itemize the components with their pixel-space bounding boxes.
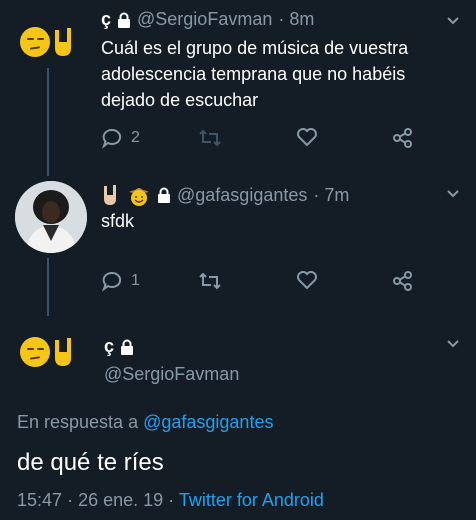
tweet-source[interactable]: Twitter for Android [179, 490, 324, 510]
avatar[interactable] [15, 181, 87, 253]
tweet-time: · 7m [313, 184, 350, 205]
lock-icon [158, 187, 170, 203]
reply-button[interactable]: 1 [101, 270, 140, 292]
avatar[interactable] [20, 26, 78, 58]
like-button[interactable] [296, 127, 326, 147]
like-button[interactable] [296, 270, 326, 290]
unamused-face-icon [20, 27, 50, 57]
cowboy-face-icon [129, 188, 149, 206]
reply-icon [102, 128, 122, 149]
heart-icon [297, 271, 317, 290]
share-icon [393, 271, 412, 291]
chevron-down-icon[interactable] [446, 13, 460, 27]
profile-photo [15, 181, 87, 253]
tweet-header: @gafasgigantes · 7m [101, 183, 349, 207]
display-name[interactable]: ç [101, 9, 111, 30]
horns-hand-icon [55, 338, 71, 366]
main-tweet-name[interactable]: ç [104, 336, 134, 357]
unamused-face-icon [20, 337, 50, 367]
retweet-icon [199, 272, 221, 290]
user-handle[interactable]: @SergioFavman [137, 9, 272, 30]
lock-icon [121, 339, 134, 355]
tweet-text: Cuál es el grupo de música de vuestra ad… [101, 38, 409, 110]
user-handle[interactable]: @SergioFavman [104, 364, 239, 385]
reply-count: 1 [131, 272, 140, 289]
share-button[interactable] [392, 127, 414, 149]
chevron-down-icon[interactable] [446, 336, 460, 350]
reply-to-handle[interactable]: @gafasgigantes [143, 412, 273, 432]
reply-button[interactable]: 2 [101, 127, 140, 149]
reply-count: 2 [131, 129, 140, 146]
user-handle[interactable]: @gafasgigantes [177, 185, 307, 206]
reply-context: En respuesta a @gafasgigantes [17, 412, 273, 433]
avatar[interactable] [20, 336, 78, 368]
retweet-button[interactable] [198, 270, 230, 292]
heart-icon [297, 128, 317, 147]
tweet-meta: 15:47 · 26 ene. 19 · Twitter for Android [17, 490, 324, 511]
reply-to-prefix: En respuesta a [17, 412, 139, 432]
tweet-date: 26 ene. 19 [78, 490, 164, 510]
retweet-button[interactable] [198, 127, 230, 149]
tweet-time: 15:47 [17, 490, 63, 510]
share-icon [393, 128, 412, 148]
share-button[interactable] [392, 270, 414, 292]
retweet-icon [199, 129, 221, 147]
main-tweet-text: de qué te ríes [17, 449, 164, 476]
separator: · [67, 490, 74, 510]
horns-hand-icon [104, 185, 116, 205]
lock-icon [118, 12, 131, 28]
thread-line [47, 258, 49, 316]
tweet-text: sfdk [101, 211, 135, 231]
display-name[interactable]: ç [104, 336, 114, 357]
thread-line [47, 68, 49, 176]
reply-icon [102, 271, 122, 292]
horns-hand-icon [55, 28, 71, 56]
tweet-header: ç @SergioFavman · 8m [101, 9, 314, 30]
tweet-time: · 8m [278, 9, 315, 29]
separator: · [168, 490, 175, 510]
chevron-down-icon[interactable] [446, 186, 460, 200]
